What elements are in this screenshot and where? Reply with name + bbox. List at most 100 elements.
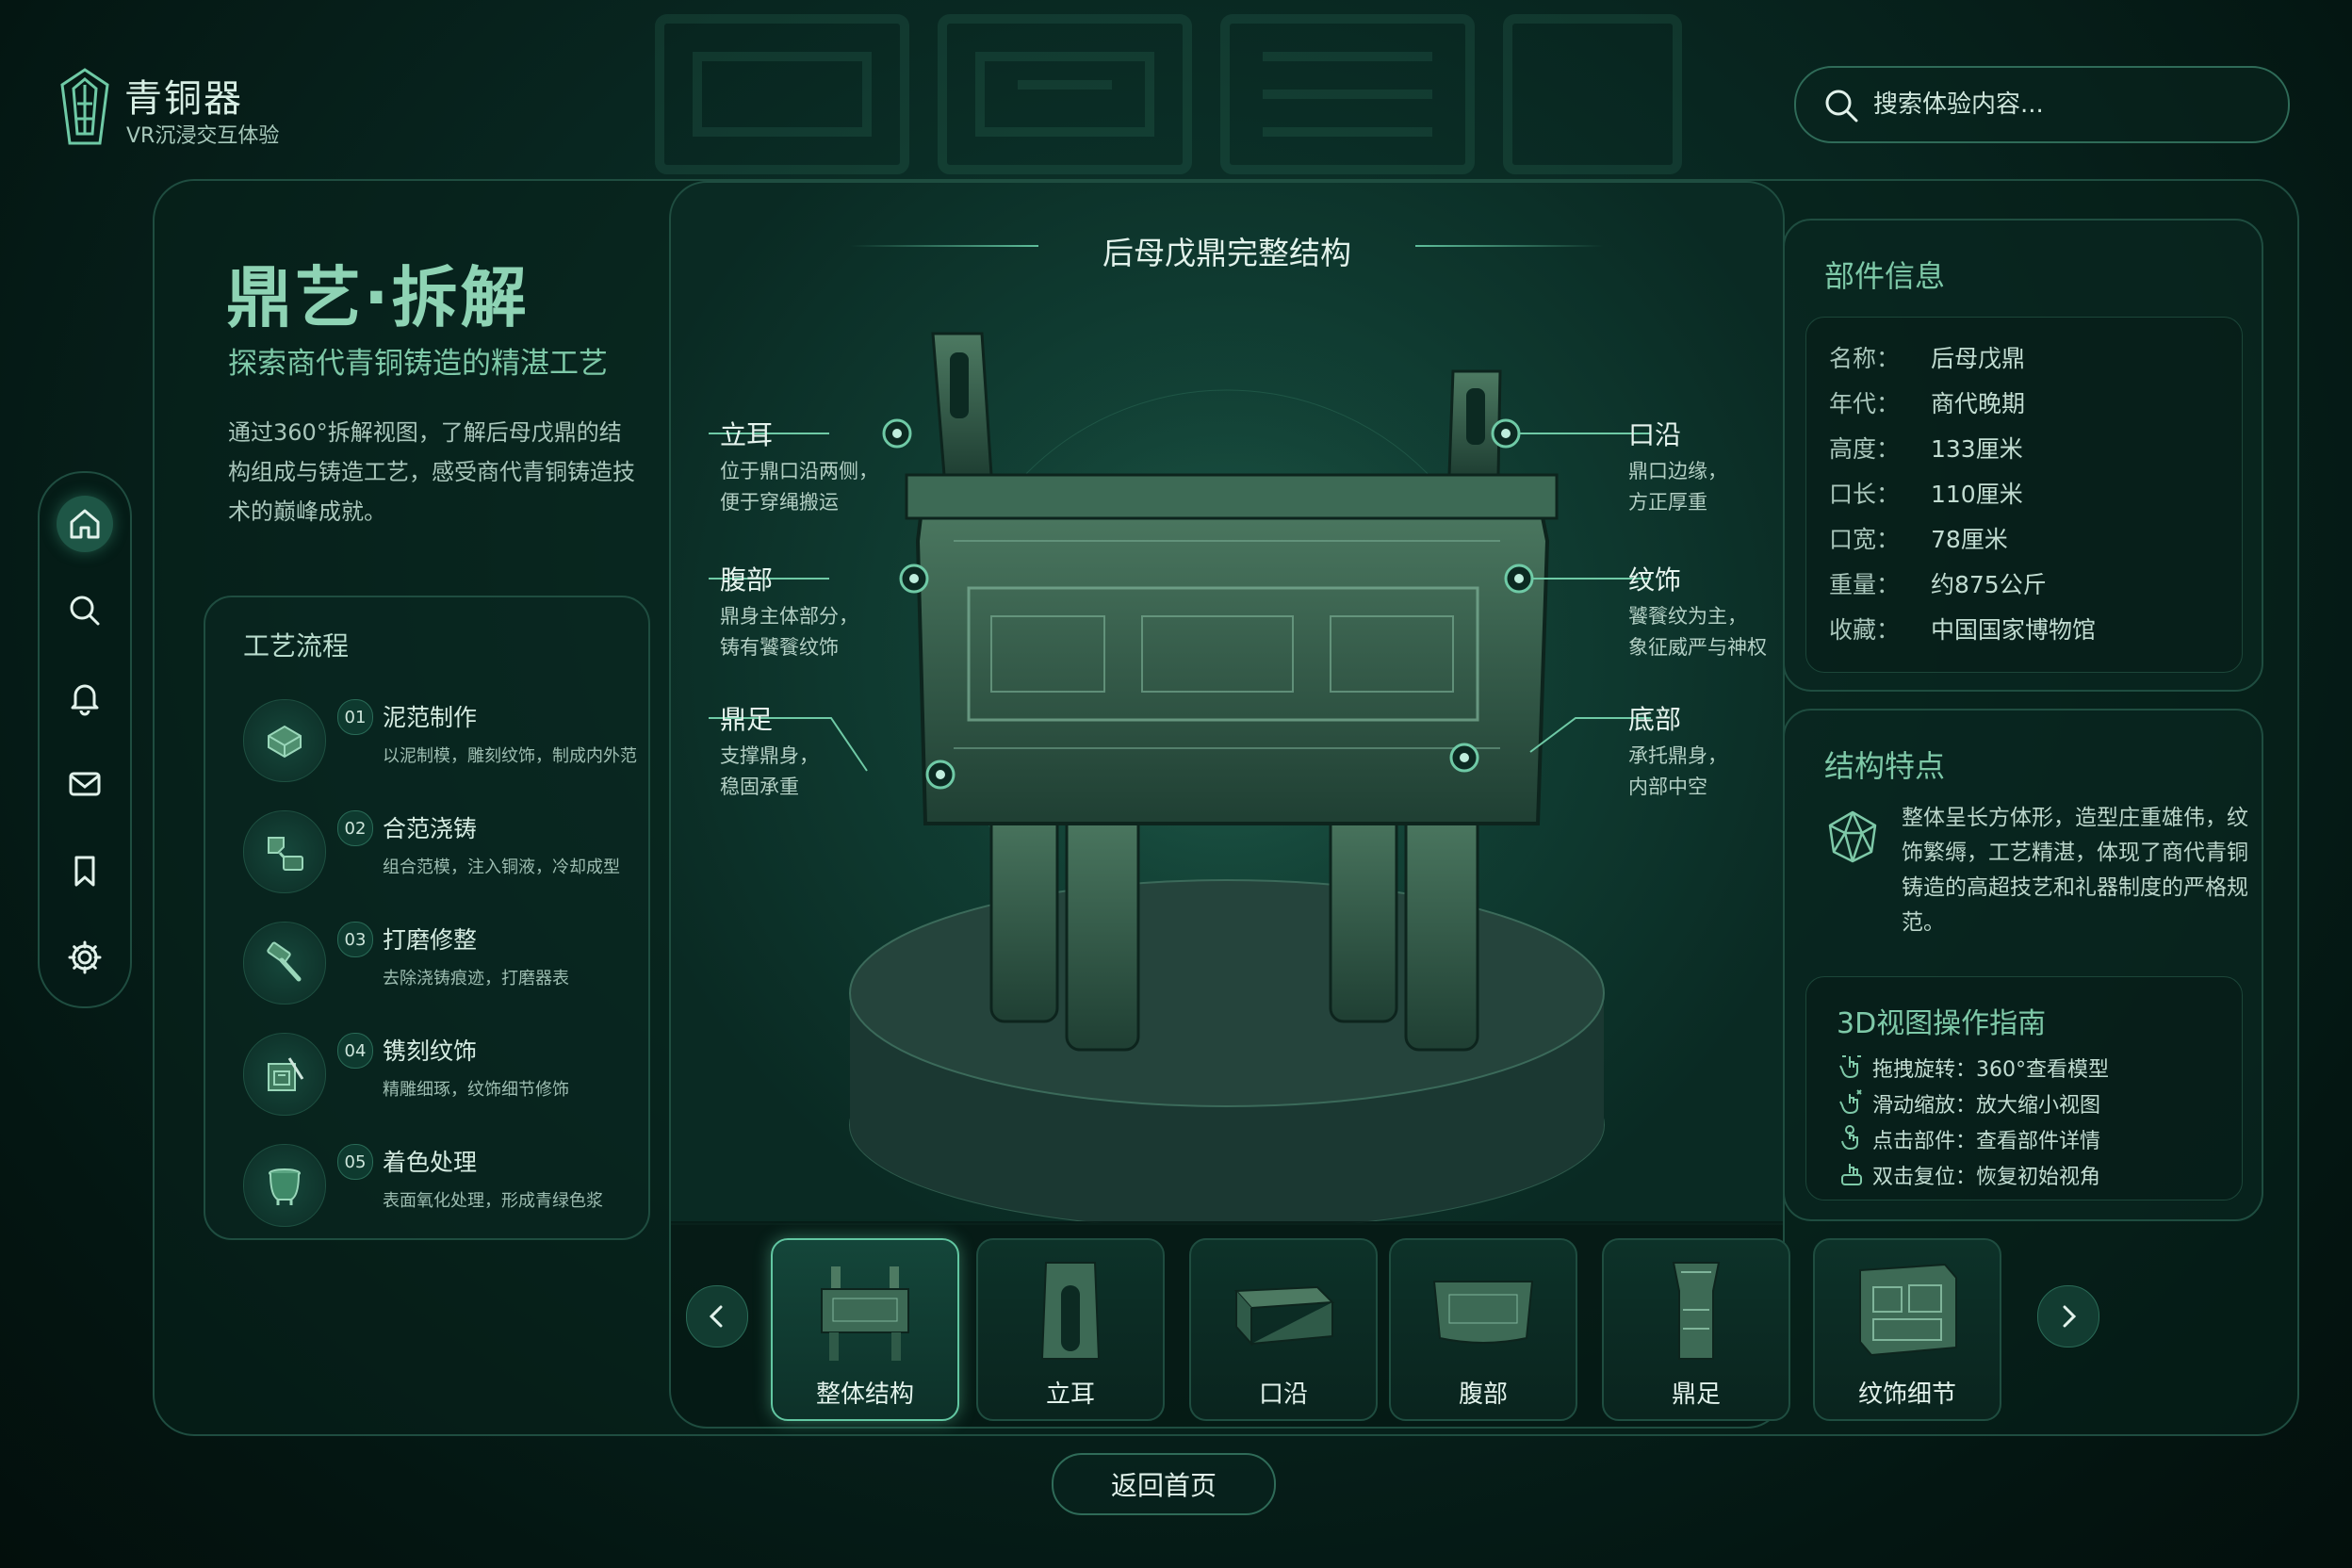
process-title: 工艺流程 xyxy=(243,630,350,662)
search-icon xyxy=(1825,90,1858,122)
foot-icon xyxy=(1672,1262,1721,1360)
callout-rim[interactable]: 口沿 xyxy=(1628,415,1681,452)
search-bar[interactable] xyxy=(1794,66,2290,143)
thumbnail-pattern[interactable]: 纹饰细节 xyxy=(1813,1238,2001,1421)
belly-icon xyxy=(1432,1281,1534,1344)
structure-title: 结构特点 xyxy=(1824,748,1946,784)
sidebar-item-messages[interactable] xyxy=(57,756,113,812)
structure-text: 整体呈长方体形，造型庄重雄伟，纹饰繁缛，工艺精湛，体现了商代青铜铸造的高超技艺和… xyxy=(1902,806,2248,935)
callout-ear[interactable]: 立耳 xyxy=(720,415,773,452)
thumbnail-label: 纹饰细节 xyxy=(1857,1380,1956,1409)
process-step[interactable]: 01 泥范制作 以泥制模，雕刻纹饰，制成内外范 xyxy=(243,695,639,790)
guide-row: 滑动缩放：放大缩小视图 xyxy=(1872,1094,2101,1118)
reset-gesture-icon xyxy=(1841,1164,1862,1185)
process-step[interactable]: 04 镌刻纹饰 精雕细琢，纹饰细节修饰 xyxy=(243,1029,639,1123)
ear-icon xyxy=(1040,1262,1101,1360)
brand-title: 青铜器 xyxy=(124,77,243,121)
ding-whole-icon xyxy=(821,1266,909,1361)
part-info-table: 名称： 后母戊鼎 年代： 商代晚期 高度： 133厘米 口长： 110厘米 口宽： 78厘… xyxy=(1805,317,2243,673)
vessel-icon xyxy=(243,1144,326,1227)
sidebar-item-home[interactable] xyxy=(57,496,113,552)
page-title: 鼎艺·拆解 xyxy=(226,259,530,336)
guide-row: 双击复位：恢复初始视角 xyxy=(1872,1166,2101,1189)
pour-icon xyxy=(243,810,326,893)
callout-foot-desc: 支撑鼎身， 稳固承重 xyxy=(720,744,819,798)
sidebar-item-notifications[interactable] xyxy=(57,669,113,726)
part-info-title: 部件信息 xyxy=(1824,258,1946,294)
callout-belly[interactable]: 腹部 xyxy=(720,560,773,597)
thumbnail-foot[interactable]: 鼎足 xyxy=(1602,1238,1790,1421)
polyhedron-icon xyxy=(1828,810,1877,863)
callout-foot[interactable]: 鼎足 xyxy=(720,699,773,737)
step-name: 镌刻纹饰 xyxy=(383,1037,478,1065)
guide-card: 3D视图操作指南 拖拽旋转：360°查看模型 滑动缩放：放大缩小视图 点击部件：… xyxy=(1805,976,2243,1200)
callout-ear-desc: 位于鼎口沿两侧， 便于穿绳搬运 xyxy=(720,460,878,514)
callout-belly-desc: 鼎身主体部分， 铸有饕餮纹饰 xyxy=(720,605,858,659)
chevron-right-icon xyxy=(2063,1305,2077,1328)
mold-icon xyxy=(243,699,326,782)
info-row: 口宽： 78厘米 xyxy=(1829,526,2008,553)
structure-card: 结构特点 整体呈长方体形，造型庄重雄伟，纹饰繁缛，工艺精湛，体现了商代青铜铸造的… xyxy=(1783,709,2263,1221)
step-description: 去除浇铸痕迹，打磨器表 xyxy=(383,969,569,988)
process-card: 工艺流程 01 泥范制作 以泥制模，雕刻纹饰，制成内外范 02 合范浇铸 组合范… xyxy=(204,596,650,1240)
callout-bottom-desc: 承托鼎身， 内部中空 xyxy=(1628,744,1727,798)
guide-title: 3D视图操作指南 xyxy=(1837,1007,2047,1040)
chevron-left-icon xyxy=(709,1305,723,1328)
step-name: 着色处理 xyxy=(383,1149,478,1176)
sidebar-item-settings[interactable] xyxy=(57,929,113,986)
info-row: 年代： 商代晚期 xyxy=(1829,390,2026,417)
thumbnail-ear[interactable]: 立耳 xyxy=(976,1238,1165,1421)
callout-rim-desc: 鼎口边缘， 方正厚重 xyxy=(1628,460,1727,514)
thumbnail-label: 整体结构 xyxy=(815,1380,914,1409)
callout-pattern[interactable]: 纹饰 xyxy=(1628,560,1681,597)
page-subtitle: 探索商代青铜铸造的精湛工艺 xyxy=(228,347,608,381)
guide-row: 拖拽旋转：360°查看模型 xyxy=(1872,1058,2109,1082)
info-row: 收藏： 中国国家博物馆 xyxy=(1829,616,2097,644)
part-info-card: 部件信息 名称： 后母戊鼎 年代： 商代晚期 高度： 133厘米 口长： 110厘米 口… xyxy=(1783,219,2263,692)
page-description: 通过360°拆解视图，了解后母戊鼎的结构组成与铸造工艺，感受商代青铜铸造技术的巅… xyxy=(228,419,635,525)
search-icon xyxy=(70,596,100,626)
step-description: 以泥制模，雕刻纹饰，制成内外范 xyxy=(383,746,637,766)
process-step[interactable]: 03 打磨修整 去除浇铸痕迹，打磨器表 xyxy=(243,918,639,1012)
bookmark-icon xyxy=(74,856,95,887)
info-row: 重量： 约875公斤 xyxy=(1829,571,2047,598)
step-description: 组合范模，注入铜液，冷却成型 xyxy=(383,858,620,877)
step-name: 打磨修整 xyxy=(383,926,478,954)
info-row: 高度： 133厘米 xyxy=(1829,435,2023,463)
info-row: 口长： 110厘米 xyxy=(1829,481,2023,508)
thumbnail-label: 腹部 xyxy=(1458,1380,1508,1409)
ding-model[interactable] xyxy=(671,183,1783,1223)
home-icon xyxy=(70,509,100,539)
hammer-icon xyxy=(243,922,326,1004)
carve-icon xyxy=(243,1033,326,1116)
step-number: 05 xyxy=(337,1144,373,1180)
return-home-button[interactable]: 返回首页 xyxy=(1052,1453,1276,1515)
thumbnail-label: 口沿 xyxy=(1258,1380,1308,1409)
tap-gesture-icon xyxy=(1841,1125,1858,1151)
prev-button[interactable] xyxy=(686,1285,748,1348)
callout-bottom[interactable]: 底部 xyxy=(1628,699,1681,737)
search-input[interactable] xyxy=(1871,83,2252,126)
step-description: 精雕细琢，纹饰细节修饰 xyxy=(383,1080,569,1100)
step-number: 01 xyxy=(337,699,373,735)
process-step[interactable]: 05 着色处理 表面氧化处理，形成青绿色浆 xyxy=(243,1140,639,1234)
sidebar-item-bookmarks[interactable] xyxy=(57,842,113,899)
mail-icon xyxy=(69,772,101,796)
step-name: 泥范制作 xyxy=(383,704,478,731)
thumbnail-belly[interactable]: 腹部 xyxy=(1389,1238,1577,1421)
pattern-detail-icon xyxy=(1859,1263,1957,1357)
thumbnail-rim[interactable]: 口沿 xyxy=(1189,1238,1378,1421)
process-step[interactable]: 02 合范浇铸 组合范模，注入铜液，冷却成型 xyxy=(243,807,639,901)
thumbnail-whole[interactable]: 整体结构 xyxy=(771,1238,959,1421)
logo-icon xyxy=(60,68,109,145)
step-description: 表面氧化处理，形成青绿色浆 xyxy=(383,1191,603,1211)
next-button[interactable] xyxy=(2037,1285,2099,1348)
bell-icon xyxy=(71,684,99,716)
3d-viewer[interactable]: 后母戊鼎完整结构 立耳 位于鼎口沿两侧， 便于穿绳搬运 腹部 鼎身主体部分， 铸… xyxy=(669,181,1785,1225)
gear-icon xyxy=(68,940,102,974)
thumbnail-label: 立耳 xyxy=(1045,1380,1095,1409)
step-number: 02 xyxy=(337,810,373,846)
sidebar-item-search[interactable] xyxy=(57,582,113,639)
pinch-gesture-icon xyxy=(1839,1089,1862,1115)
info-row: 名称： 后母戊鼎 xyxy=(1829,345,2026,372)
